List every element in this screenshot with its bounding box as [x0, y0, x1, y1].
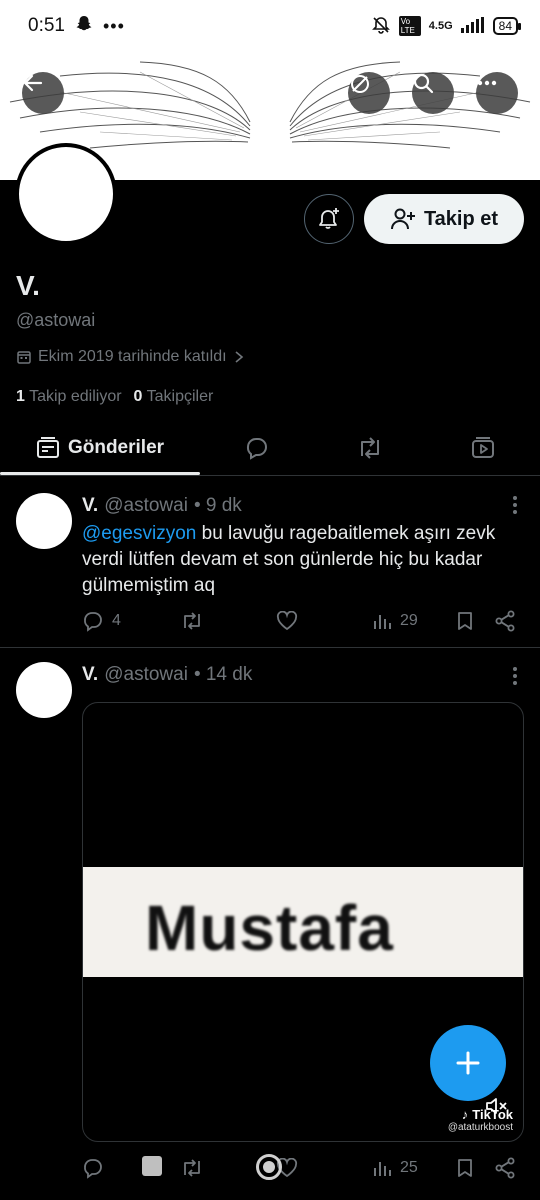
repost-icon — [184, 612, 200, 630]
tab-media[interactable] — [427, 420, 540, 475]
tweet-timestamp: • 14 dk — [193, 664, 253, 685]
followers-link[interactable]: 0 Takipçiler — [134, 388, 214, 406]
profile-name: V. — [16, 270, 40, 301]
status-bar: 0:51 ••• Vo LTE 4.5G 84 — [0, 0, 540, 52]
calendar-icon — [17, 351, 31, 364]
grok-icon — [351, 75, 369, 93]
views-count: 29 — [400, 612, 418, 629]
tweet-author-handle[interactable]: @astowai — [104, 495, 188, 517]
mute-button[interactable] — [485, 1096, 509, 1121]
views-button[interactable]: 25 — [372, 1158, 456, 1178]
tab-posts-label: Gönderiler — [67, 436, 165, 458]
chevron-right-icon — [235, 351, 243, 363]
snapchat-icon — [75, 14, 93, 38]
mention-link[interactable]: @egesvizyon — [82, 523, 196, 544]
joined-date-text: Ekim 2019 tarihinde katıldı — [38, 348, 227, 365]
bookmark-icon — [458, 612, 472, 630]
tweet-text: @egesvizyon bu lavuğu ragebaitlemek aşır… — [82, 521, 522, 599]
reply-button[interactable]: 4 — [82, 610, 180, 632]
profile-tabs: Gönderiler — [0, 420, 540, 476]
notifications-button[interactable] — [304, 194, 354, 244]
speaker-muted-icon — [486, 1098, 507, 1114]
bell-plus-icon — [319, 208, 339, 229]
back-button[interactable] — [22, 72, 64, 114]
more-vertical-icon — [513, 496, 517, 514]
views-icon — [374, 1162, 391, 1176]
status-time: 0:51 — [28, 15, 65, 36]
tweet-header: V. @astowai • 14 dk — [82, 664, 252, 686]
following-label: Takip ediliyor — [29, 388, 122, 405]
share-icon — [495, 1157, 515, 1179]
bell-off-icon — [371, 15, 391, 38]
following-link[interactable]: 1 Takip ediliyor — [16, 388, 122, 406]
more-options-button[interactable] — [476, 72, 518, 114]
recording-indicator[interactable] — [256, 1154, 282, 1180]
joined-date[interactable]: Ekim 2019 tarihinde katıldı — [16, 348, 245, 366]
share-button[interactable] — [494, 1157, 516, 1179]
like-button[interactable] — [276, 611, 372, 631]
reply-icon — [84, 1159, 102, 1179]
share-button[interactable] — [494, 610, 516, 632]
tweet-header: V. @astowai • 9 dk — [82, 495, 242, 517]
repost-button[interactable] — [180, 611, 276, 631]
reply-icon — [246, 437, 267, 460]
views-count: 25 — [400, 1159, 418, 1176]
tweet[interactable]: V. @astowai • 9 dk @egesvizyon bu lavuğu… — [0, 477, 540, 648]
reply-icon — [84, 612, 102, 632]
tweet-timestamp: • 9 dk — [193, 495, 242, 516]
tab-reposts[interactable] — [313, 420, 426, 475]
repost-icon — [360, 436, 379, 459]
person-add-icon — [390, 208, 415, 230]
following-count: 1 — [16, 388, 25, 405]
bookmark-button[interactable] — [456, 1158, 494, 1178]
share-icon — [495, 610, 515, 632]
views-button[interactable]: 29 — [372, 611, 456, 631]
volte-icon: Vo LTE — [398, 16, 421, 36]
tweet-author-name[interactable]: V. — [82, 664, 98, 686]
tweet-avatar[interactable] — [16, 662, 72, 718]
views-icon — [374, 615, 391, 629]
tweet-author-name[interactable]: V. — [82, 495, 98, 517]
reply-count: 4 — [112, 612, 121, 629]
signal-icon — [460, 16, 485, 36]
tab-replies[interactable] — [200, 420, 313, 475]
tweet-actions: 4 29 — [82, 608, 526, 634]
more-horizontal-icon — [477, 80, 497, 86]
network-type: 4.5G — [428, 20, 453, 32]
arrow-left-icon — [23, 74, 43, 92]
tiktok-username: @ataturkboost — [447, 1122, 513, 1133]
battery-indicator: 84 — [492, 17, 522, 35]
profile-handle: @astowai — [16, 310, 96, 330]
like-button[interactable] — [276, 1158, 372, 1178]
search-button[interactable] — [412, 72, 454, 114]
recording-stop-button[interactable] — [142, 1156, 162, 1176]
follow-button-label: Takip et — [423, 207, 499, 230]
tiktok-icon: ♪ — [461, 1107, 469, 1122]
search-icon — [413, 73, 434, 94]
record-dot-icon — [263, 1161, 275, 1173]
follow-stats: 1 Takip ediliyor 0 Takipçiler — [16, 388, 213, 406]
reply-button[interactable] — [82, 1157, 180, 1179]
tweet-author-handle[interactable]: @astowai — [104, 664, 188, 686]
media-icon — [472, 436, 495, 458]
tweet-more-button[interactable] — [512, 495, 518, 521]
followers-label: Takipçiler — [146, 388, 214, 405]
plus-icon — [456, 1051, 480, 1075]
profile-avatar[interactable] — [16, 144, 116, 244]
more-vertical-icon — [513, 667, 517, 685]
tweet-avatar[interactable] — [16, 493, 72, 549]
grok-button[interactable] — [348, 72, 390, 114]
tweet-more-button[interactable] — [512, 666, 518, 692]
more-notifications-icon: ••• — [102, 15, 125, 36]
heart-icon — [276, 611, 298, 631]
video-caption-text: Mustafa — [145, 892, 394, 964]
follow-button[interactable]: Takip et — [364, 194, 524, 244]
bookmark-button[interactable] — [456, 611, 494, 631]
bookmark-icon — [458, 1159, 472, 1177]
repost-icon — [184, 1159, 200, 1177]
posts-icon — [36, 436, 59, 458]
compose-post-button[interactable] — [430, 1025, 506, 1101]
followers-count: 0 — [133, 388, 143, 405]
tab-posts[interactable]: Gönderiler — [0, 420, 200, 475]
